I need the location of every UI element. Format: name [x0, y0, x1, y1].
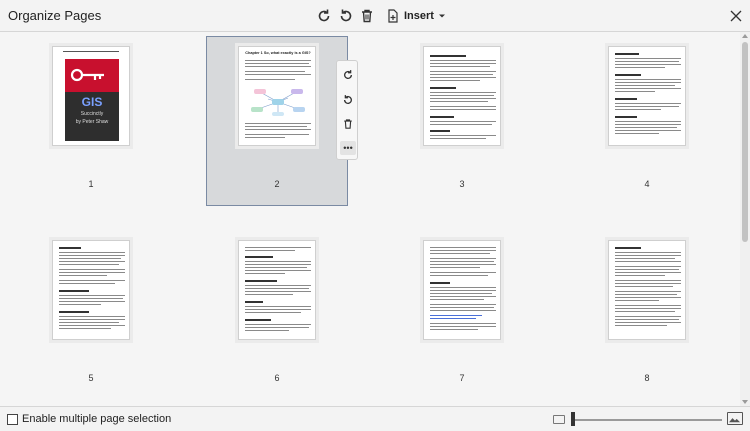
page-number: 2 — [274, 179, 280, 189]
insert-label: Insert — [404, 10, 434, 22]
page-thumbnail-2[interactable]: Chapter 1 So, what exactly is a GIS? 2 — [218, 36, 336, 196]
scroll-down-arrow-icon[interactable] — [742, 400, 748, 404]
rotate-right-button[interactable] — [336, 6, 356, 26]
delete-button[interactable] — [357, 6, 377, 26]
mind-map-diagram — [251, 89, 305, 116]
status-bar: Enable multiple page selection — [0, 406, 750, 431]
landscape-image-icon — [729, 418, 741, 423]
insert-dropdown[interactable]: Insert — [386, 6, 446, 26]
vertical-scrollbar[interactable] — [740, 32, 750, 406]
page-rotate-left-button[interactable] — [340, 67, 356, 83]
large-thumbnail-icon — [727, 412, 743, 425]
page-thumbnail-8[interactable]: 8 — [588, 230, 706, 390]
cover-author: by Peter Shaw — [75, 119, 109, 125]
cover-subtitle: Succinctly — [80, 111, 104, 117]
zoom-slider-thumb[interactable] — [571, 412, 575, 426]
page-number: 7 — [459, 373, 465, 383]
page-preview — [608, 240, 686, 340]
page-thumbnail-6[interactable]: 6 — [218, 230, 336, 390]
small-thumbnail-icon — [553, 415, 565, 424]
scroll-up-arrow-icon[interactable] — [742, 34, 748, 38]
page-thumbnail-1[interactable]: GIS Succinctly by Peter Shaw 1 — [32, 36, 150, 196]
rotate-right-icon — [340, 9, 352, 22]
more-options-button[interactable]: ••• — [340, 141, 356, 155]
page-thumbnail-4[interactable]: 4 — [588, 36, 706, 196]
rotate-left-button[interactable] — [314, 6, 334, 26]
page-number: 8 — [644, 373, 650, 383]
page-preview: Chapter 1 So, what exactly is a GIS? — [238, 46, 316, 146]
page-number: 5 — [88, 373, 94, 383]
book-cover: GIS Succinctly by Peter Shaw — [65, 59, 119, 141]
window-title: Organize Pages — [8, 8, 102, 23]
close-button[interactable] — [726, 6, 746, 26]
page-preview — [423, 46, 501, 146]
page-action-toolbar: ••• — [336, 60, 358, 160]
page-preview: GIS Succinctly by Peter Shaw — [52, 46, 130, 146]
trash-icon — [344, 119, 352, 129]
zoom-slider[interactable] — [572, 419, 722, 421]
key-icon — [70, 68, 104, 82]
page-number: 1 — [88, 179, 94, 189]
page-thumbnail-5[interactable]: 5 — [32, 230, 150, 390]
rotate-left-icon — [343, 70, 353, 79]
trash-icon — [362, 9, 372, 23]
multiple-selection-label: Enable multiple page selection — [22, 413, 172, 425]
more-icon: ••• — [343, 143, 353, 153]
page-thumbnail-7[interactable]: 7 — [403, 230, 521, 390]
page-number: 3 — [459, 179, 465, 189]
title-bar: Organize Pages Insert — [0, 0, 750, 32]
page2-heading: Chapter 1 So, what exactly is a GIS? — [245, 51, 311, 55]
page-rotate-right-button[interactable] — [340, 92, 356, 108]
page-delete-button[interactable] — [340, 116, 356, 132]
multiple-selection-checkbox[interactable] — [7, 414, 18, 425]
rotate-right-icon — [343, 95, 353, 104]
page-thumbnail-3[interactable]: 3 — [403, 36, 521, 196]
page-preview — [52, 240, 130, 340]
page-preview — [423, 240, 501, 340]
rotate-left-icon — [318, 9, 330, 22]
cover-title: GIS — [81, 95, 103, 109]
page-number: 6 — [274, 373, 280, 383]
close-icon — [730, 10, 742, 22]
page-preview — [238, 240, 316, 340]
scrollbar-thumb[interactable] — [742, 42, 748, 242]
chevron-down-icon — [438, 14, 445, 18]
insert-page-icon — [388, 9, 398, 23]
page-number: 4 — [644, 179, 650, 189]
page-preview — [608, 46, 686, 146]
